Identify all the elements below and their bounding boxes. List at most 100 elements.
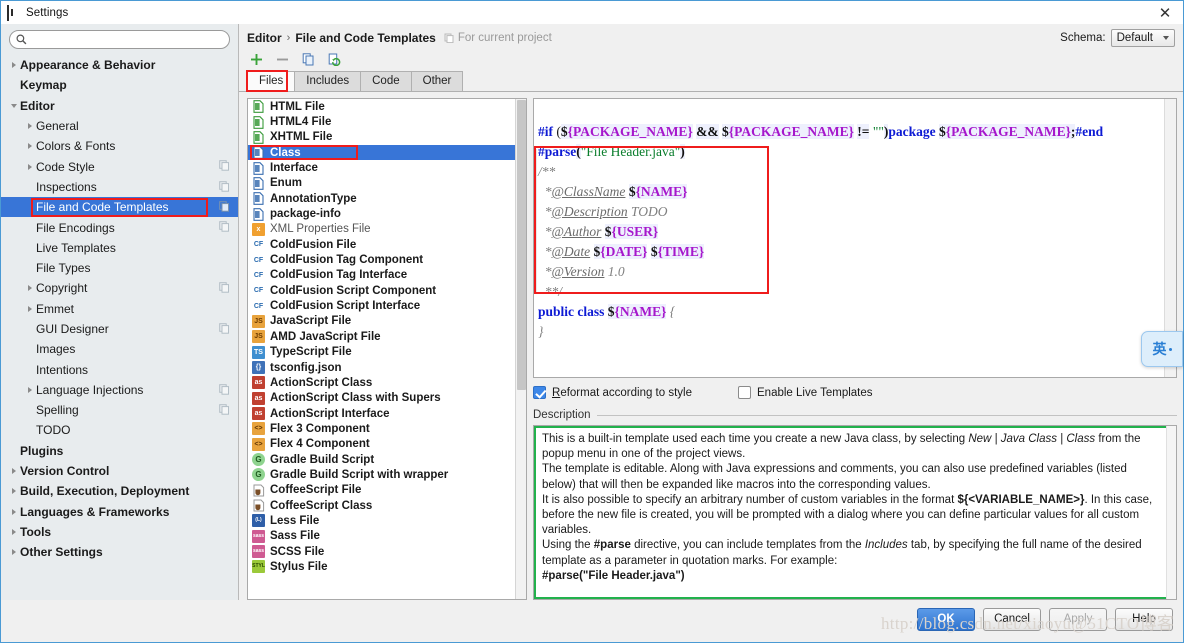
- file-template-label: Class: [270, 146, 301, 159]
- cancel-button[interactable]: Cancel: [983, 607, 1041, 631]
- chevron-right-icon[interactable]: [7, 468, 20, 475]
- file-template-row[interactable]: (L) Less File: [248, 513, 526, 528]
- chevron-right-icon[interactable]: [23, 386, 36, 393]
- file-template-row[interactable]: HTML4 File: [248, 114, 526, 129]
- chevron-down-icon[interactable]: [7, 103, 20, 108]
- file-template-row[interactable]: Class: [248, 145, 526, 161]
- file-template-row[interactable]: XHTML File: [248, 130, 526, 145]
- sidebar-item-inspections[interactable]: Inspections: [1, 177, 238, 197]
- file-template-row[interactable]: Enum: [248, 176, 526, 191]
- sidebar-item-colors-fonts[interactable]: Colors & Fonts: [1, 136, 238, 156]
- reset-icon[interactable]: [325, 50, 343, 68]
- file-template-row[interactable]: HTML File: [248, 99, 526, 114]
- file-template-row[interactable]: {} tsconfig.json: [248, 360, 526, 375]
- file-template-row[interactable]: sass Sass File: [248, 529, 526, 544]
- template-code-text[interactable]: #if (${PACKAGE_NAME} && ${PACKAGE_NAME} …: [534, 99, 1164, 377]
- file-template-row[interactable]: JS JavaScript File: [248, 314, 526, 329]
- tab-files[interactable]: Files: [247, 71, 296, 91]
- sidebar-item-intentions[interactable]: Intentions: [1, 359, 238, 379]
- sidebar-item-emmet[interactable]: Emmet: [1, 299, 238, 319]
- file-template-row[interactable]: CF ColdFusion Tag Interface: [248, 268, 526, 283]
- chevron-right-icon[interactable]: [7, 62, 20, 69]
- reformat-checkbox[interactable]: Reformat according to style: [533, 386, 738, 399]
- file-template-row[interactable]: package-info: [248, 206, 526, 221]
- schema-dropdown[interactable]: Default: [1110, 29, 1175, 47]
- file-template-row[interactable]: as ActionScript Class with Supers: [248, 391, 526, 406]
- file-list-scrollbar[interactable]: [515, 99, 526, 599]
- minus-icon[interactable]: [273, 50, 291, 68]
- chevron-right-icon[interactable]: [7, 528, 20, 535]
- sidebar-item-language-injections[interactable]: Language Injections: [1, 380, 238, 400]
- ok-button[interactable]: OK: [917, 607, 975, 631]
- tab-includes[interactable]: Includes: [294, 71, 362, 91]
- breadcrumb-root[interactable]: Editor: [247, 31, 282, 45]
- json-icon: {}: [252, 361, 265, 375]
- plus-icon[interactable]: [247, 50, 265, 68]
- sidebar-item-general[interactable]: General: [1, 116, 238, 136]
- sidebar-item-other-settings[interactable]: Other Settings: [1, 542, 238, 562]
- chevron-right-icon[interactable]: [23, 163, 36, 170]
- file-template-row[interactable]: as ActionScript Interface: [248, 406, 526, 421]
- description-scrollbar[interactable]: [1166, 426, 1176, 599]
- file-template-row[interactable]: Interface: [248, 160, 526, 175]
- search-box[interactable]: [9, 30, 230, 49]
- live-templates-checkbox-box[interactable]: [738, 386, 751, 399]
- chevron-down-icon: [1163, 36, 1169, 40]
- sidebar-item-build-execution-deployment[interactable]: Build, Execution, Deployment: [1, 481, 238, 501]
- tab-code[interactable]: Code: [360, 71, 412, 91]
- file-template-row[interactable]: CF ColdFusion Script Component: [248, 283, 526, 298]
- template-file-list[interactable]: HTML File HTML4 File XHTML File Class Interf…: [247, 98, 527, 600]
- sidebar-item-gui-designer[interactable]: GUI Designer: [1, 319, 238, 339]
- chevron-right-icon[interactable]: [23, 123, 36, 130]
- file-list-scroll-thumb[interactable]: [517, 100, 526, 390]
- sidebar-item-images[interactable]: Images: [1, 339, 238, 359]
- sidebar-item-version-control[interactable]: Version Control: [1, 461, 238, 481]
- sidebar-item-file-types[interactable]: File Types: [1, 258, 238, 278]
- file-template-row[interactable]: STYL Stylus File: [248, 559, 526, 574]
- file-template-row[interactable]: CoffeeScript Class: [248, 498, 526, 513]
- sidebar-item-keymap[interactable]: Keymap: [1, 75, 238, 95]
- reformat-checkbox-box[interactable]: [533, 386, 546, 399]
- chevron-right-icon[interactable]: [7, 488, 20, 495]
- file-template-row[interactable]: G Gradle Build Script with wrapper: [248, 467, 526, 482]
- ime-indicator[interactable]: 英: [1141, 331, 1183, 367]
- close-icon[interactable]: ✕: [1155, 3, 1175, 22]
- sidebar-item-appearance-behavior[interactable]: Appearance & Behavior: [1, 55, 238, 75]
- sidebar-item-tools[interactable]: Tools: [1, 522, 238, 542]
- sidebar-item-code-style[interactable]: Code Style: [1, 156, 238, 176]
- file-template-row[interactable]: AnnotationType: [248, 191, 526, 206]
- file-template-row[interactable]: TS TypeScript File: [248, 345, 526, 360]
- file-template-row[interactable]: as ActionScript Class: [248, 375, 526, 390]
- file-template-row[interactable]: x XML Properties File: [248, 222, 526, 237]
- sidebar-item-file-encodings[interactable]: File Encodings: [1, 217, 238, 237]
- file-template-row[interactable]: G Gradle Build Script: [248, 452, 526, 467]
- file-template-row[interactable]: <> Flex 3 Component: [248, 421, 526, 436]
- file-template-row[interactable]: JS AMD JavaScript File: [248, 329, 526, 344]
- chevron-right-icon[interactable]: [7, 549, 20, 556]
- sidebar-item-copyright[interactable]: Copyright: [1, 278, 238, 298]
- sidebar-item-plugins[interactable]: Plugins: [1, 441, 238, 461]
- live-templates-checkbox[interactable]: Enable Live Templates: [738, 386, 873, 399]
- sidebar-item-file-and-code-templates[interactable]: File and Code Templates: [1, 197, 238, 218]
- sidebar-item-live-templates[interactable]: Live Templates: [1, 238, 238, 258]
- apply-button[interactable]: Apply: [1049, 607, 1107, 631]
- file-template-row[interactable]: sass SCSS File: [248, 544, 526, 559]
- chevron-right-icon[interactable]: [23, 143, 36, 150]
- help-button[interactable]: Help: [1115, 607, 1173, 631]
- search-input[interactable]: [31, 31, 223, 48]
- file-template-row[interactable]: CF ColdFusion File: [248, 237, 526, 252]
- file-template-row[interactable]: CoffeeScript File: [248, 483, 526, 498]
- copy-icon[interactable]: [299, 50, 317, 68]
- tab-other[interactable]: Other: [410, 71, 464, 91]
- file-template-row[interactable]: CF ColdFusion Tag Component: [248, 252, 526, 267]
- chevron-right-icon[interactable]: [23, 285, 36, 292]
- sidebar-item-languages-frameworks[interactable]: Languages & Frameworks: [1, 502, 238, 522]
- chevron-right-icon[interactable]: [23, 305, 36, 312]
- file-template-row[interactable]: <> Flex 4 Component: [248, 437, 526, 452]
- sidebar-item-spelling[interactable]: Spelling: [1, 400, 238, 420]
- sidebar-item-editor[interactable]: Editor: [1, 96, 238, 116]
- file-template-row[interactable]: CF ColdFusion Script Interface: [248, 298, 526, 313]
- chevron-right-icon[interactable]: [7, 508, 20, 515]
- sidebar-item-todo[interactable]: TODO: [1, 420, 238, 440]
- template-code-editor[interactable]: #if (${PACKAGE_NAME} && ${PACKAGE_NAME} …: [533, 98, 1177, 378]
